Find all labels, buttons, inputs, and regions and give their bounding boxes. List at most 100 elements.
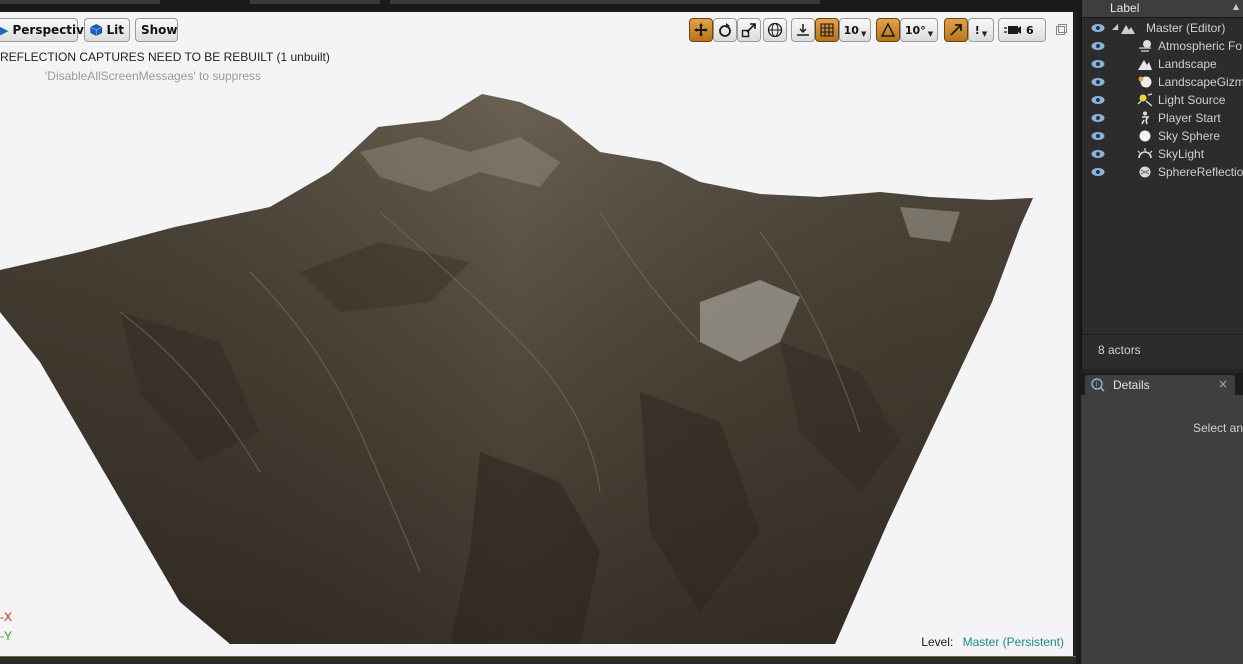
camera-icon: ▶ <box>0 23 9 37</box>
outliner-row-light-source[interactable]: Light Source <box>1082 91 1243 109</box>
details-empty-message: Select an <box>1193 421 1243 435</box>
translate-tool-button[interactable] <box>689 18 713 42</box>
skylight-icon <box>1137 148 1153 159</box>
chevron-down-icon: ▼ <box>927 30 934 38</box>
visibility-eye-icon[interactable] <box>1091 41 1105 51</box>
camera-speed-icon <box>1004 26 1021 34</box>
scale-snap-icon <box>950 24 962 36</box>
visibility-eye-icon[interactable] <box>1091 59 1105 69</box>
reflection-capture-icon <box>1139 166 1151 178</box>
visibility-eye-icon[interactable] <box>1091 23 1105 33</box>
scale-snap-value: ! <box>974 23 980 37</box>
grid-snap-value-dropdown[interactable]: 10 ▼ <box>839 18 871 42</box>
world-icon <box>1121 25 1135 34</box>
reflection-warning-message: REFLECTION CAPTURES NEED TO BE REBUILT (… <box>0 50 330 64</box>
svg-text:i: i <box>1096 381 1098 389</box>
outliner-item-label: Player Start <box>1158 111 1221 125</box>
gizmo-icon <box>1138 76 1152 88</box>
outliner-item-label: Atmospheric Fo <box>1158 39 1243 53</box>
editor-window: ▶ Perspective Lit Show 10 ▼ 10° ▼ ! ▼ 6 … <box>0 0 1243 664</box>
outliner-row-skylight[interactable]: SkyLight <box>1082 145 1243 163</box>
lit-cube-icon <box>90 24 103 36</box>
outliner-row-landscape-gizmo[interactable]: LandscapeGizm <box>1082 73 1243 91</box>
level-name: Master (Persistent) <box>962 635 1064 649</box>
chevron-down-icon: ▼ <box>860 30 867 38</box>
sort-ascending-icon[interactable]: ▲ <box>1233 2 1239 11</box>
sun-icon <box>1137 93 1153 107</box>
sphere-icon <box>1139 130 1151 142</box>
rotate-tool-button[interactable] <box>713 18 737 42</box>
player-start-icon <box>1141 111 1150 125</box>
outliner-item-label: LandscapeGizm <box>1158 75 1243 89</box>
lit-label: Lit <box>106 23 125 37</box>
outliner-item-label: Sky Sphere <box>1158 129 1221 143</box>
axis-x-label: -X <box>0 610 12 624</box>
camera-speed-button[interactable]: 6 <box>998 18 1046 42</box>
outliner-item-label: Light Source <box>1158 93 1226 107</box>
level-viewport[interactable]: ▶ Perspective Lit Show 10 ▼ 10° ▼ ! ▼ 6 … <box>0 12 1074 656</box>
scale-snap-value-dropdown[interactable]: ! ▼ <box>968 18 994 42</box>
outliner-footer: 8 actors <box>1082 334 1243 369</box>
visibility-eye-icon[interactable] <box>1091 167 1105 177</box>
viewport-bottom-border <box>0 656 1076 664</box>
outliner-row-sphere-reflection[interactable]: SphereReflection <box>1082 163 1243 181</box>
outliner-row-sky-sphere[interactable]: Sky Sphere <box>1082 127 1243 145</box>
show-label: Show <box>141 23 178 37</box>
details-tab-bar: i Details × <box>1081 373 1243 395</box>
actor-count: 8 actors <box>1098 343 1141 357</box>
surface-snap-button[interactable] <box>791 18 815 42</box>
visibility-eye-icon[interactable] <box>1091 95 1105 105</box>
world-outliner: Label ▲ ◢ Master (Editor) Atmospheric Fo… <box>1081 0 1243 369</box>
visibility-eye-icon[interactable] <box>1091 149 1105 159</box>
visibility-eye-icon[interactable] <box>1091 113 1105 123</box>
outliner-row-player-start[interactable]: Player Start <box>1082 109 1243 127</box>
surface-snap-icon <box>797 24 809 36</box>
outliner-item-label: Master (Editor) <box>1146 21 1226 35</box>
landscape-terrain[interactable] <box>0 12 1074 656</box>
grid-snap-value: 10 <box>843 23 859 37</box>
close-icon[interactable]: × <box>1218 377 1228 391</box>
grid-snap-toggle[interactable] <box>815 18 839 42</box>
tab-details-label: Details <box>1113 378 1150 392</box>
camera-speed-value: 6 <box>1026 23 1034 37</box>
rotation-snap-value: 10° <box>904 23 926 37</box>
angle-icon <box>880 22 896 37</box>
globe-icon <box>767 22 783 38</box>
outliner-item-label: SkyLight <box>1158 147 1205 161</box>
scale-snap-toggle[interactable] <box>944 18 968 42</box>
info-icon: i <box>1091 378 1105 392</box>
outliner-row-landscape[interactable]: Landscape <box>1082 55 1243 73</box>
window-top-strip <box>0 0 1243 12</box>
fog-icon <box>1139 40 1151 52</box>
show-button[interactable]: Show <box>135 18 178 42</box>
outliner-column-header[interactable]: Label ▲ <box>1082 0 1243 18</box>
landscape-icon <box>1138 60 1152 70</box>
translate-icon <box>694 23 708 37</box>
rotation-snap-toggle[interactable] <box>876 18 900 42</box>
outliner-item-label: SphereReflection <box>1158 165 1243 179</box>
scale-tool-button[interactable] <box>737 18 761 42</box>
outliner-row-master[interactable]: ◢ Master (Editor) <box>1082 19 1243 37</box>
details-panel: Select an <box>1081 395 1243 664</box>
label-column-header[interactable]: Label <box>1110 1 1139 15</box>
rotation-snap-value-dropdown[interactable]: 10° ▼ <box>900 18 938 42</box>
outliner-item-label: Landscape <box>1158 57 1217 71</box>
scale-icon <box>741 23 756 38</box>
level-prefix: Level: <box>921 635 954 649</box>
current-level-indicator: Level: Master (Persistent) <box>921 635 1064 649</box>
visibility-eye-icon[interactable] <box>1091 77 1105 87</box>
outliner-row-atmospheric-fog[interactable]: Atmospheric Fo <box>1082 37 1243 55</box>
suppress-hint-message: 'DisableAllScreenMessages' to suppress <box>45 69 262 83</box>
tab-details[interactable]: i Details × <box>1085 375 1235 395</box>
lit-button[interactable]: Lit <box>84 18 130 42</box>
axis-y-label: -Y <box>0 629 12 643</box>
grid-icon <box>820 23 834 37</box>
visibility-eye-icon[interactable] <box>1091 131 1105 141</box>
collapse-arrow-icon[interactable]: ◢ <box>1112 22 1118 31</box>
world-local-toggle[interactable] <box>763 18 787 42</box>
maximize-viewport-icon[interactable] <box>1056 24 1067 35</box>
chevron-down-icon: ▼ <box>981 30 988 38</box>
rotate-icon <box>719 23 731 37</box>
perspective-button[interactable]: ▶ Perspective <box>0 18 92 42</box>
perspective-label: Perspective <box>12 23 93 37</box>
